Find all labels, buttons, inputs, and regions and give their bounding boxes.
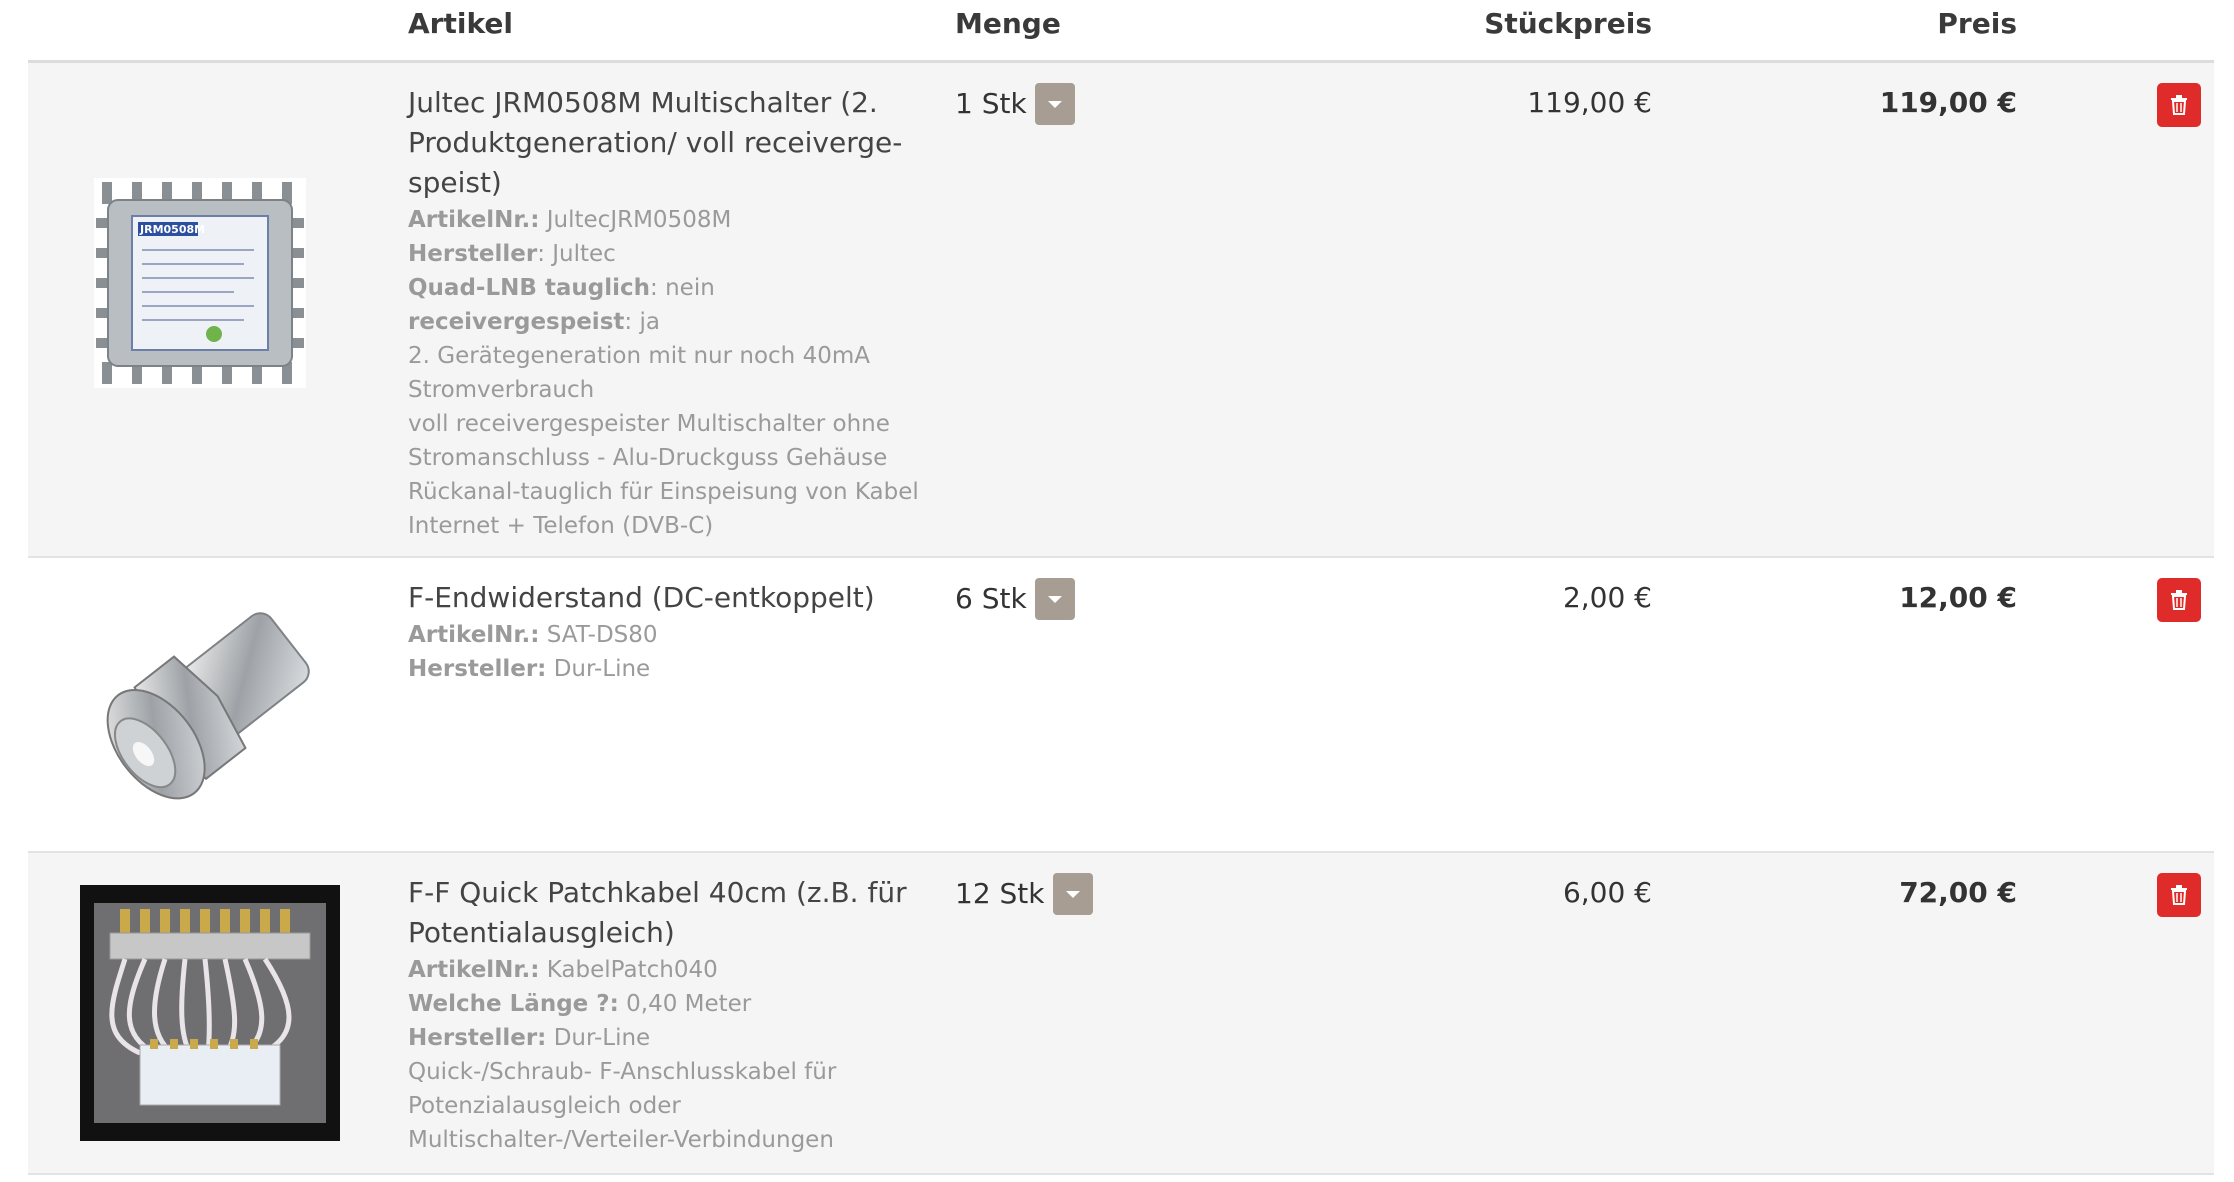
- quantity-select[interactable]: 12 Stk: [955, 873, 1093, 915]
- unit-price: 2,00 €: [1562, 581, 1652, 614]
- attr-hersteller: Hersteller: Jultec: [408, 241, 616, 267]
- line-total: 12,00 €: [1899, 581, 2017, 614]
- description-line: Rückanal-tauglich für Einspeisung von Ka…: [408, 479, 919, 505]
- column-header-menge: Menge: [955, 7, 1061, 40]
- product-name-line[interactable]: F-F Quick Patchkabel 40cm (z.B. für: [408, 876, 907, 909]
- quantity-value: 6 Stk: [955, 582, 1027, 615]
- chevron-down-icon[interactable]: [1052, 873, 1093, 915]
- cart-row: F-Endwiderstand (DC-entkoppelt) ArtikelN…: [28, 558, 2214, 853]
- line-total: 72,00 €: [1899, 876, 2017, 909]
- quantity-value: 12 Stk: [955, 877, 1045, 910]
- description-line: Internet + Telefon (DVB-C): [408, 513, 714, 539]
- product-name-line[interactable]: Produktgeneration/ voll receiverge-: [408, 126, 902, 159]
- delete-button[interactable]: [2157, 578, 2201, 622]
- chevron-down-icon[interactable]: [1034, 578, 1075, 620]
- attr-artikelnr: ArtikelNr.: JultecJRM0508M: [408, 207, 732, 233]
- attr-quad-lnb: Quad-LNB tauglich: nein: [408, 275, 715, 301]
- f-connector-image[interactable]: [83, 586, 328, 830]
- column-header-stueckpreis: Stückpreis: [1484, 7, 1652, 40]
- attr-artikelnr: ArtikelNr.: SAT-DS80: [408, 622, 658, 648]
- cart-table: Artikel Menge Stückpreis Preis JRM0508M: [28, 0, 2214, 1175]
- product-info: Jultec JRM0508M Multischalter (2. Produk…: [408, 83, 928, 543]
- product-description: 2. Gerätegeneration mit nur noch 40mA St…: [408, 339, 928, 543]
- product-name-line[interactable]: Jultec JRM0508M Multischalter (2.: [408, 86, 878, 119]
- description-line: Stromverbrauch: [408, 377, 595, 403]
- column-header-preis: Preis: [1937, 7, 2017, 40]
- cart-row: F-F Quick Patchkabel 40cm (z.B. für Pote…: [28, 853, 2214, 1175]
- description-line: Stromanschluss - Alu-Druckguss Gehäuse: [408, 445, 888, 471]
- attr-hersteller: Hersteller: Dur-Line: [408, 1025, 651, 1051]
- trash-icon: [2171, 590, 2187, 610]
- column-header-artikel: Artikel: [408, 7, 513, 40]
- quantity-value: 1 Stk: [955, 87, 1027, 120]
- product-info: F-F Quick Patchkabel 40cm (z.B. für Pote…: [408, 873, 928, 1157]
- description-line: 2. Gerätegeneration mit nur noch 40mA: [408, 343, 870, 369]
- description-line: voll receivergespeister Multischalter oh…: [408, 411, 890, 437]
- description-line: Quick-/Schraub- F-Anschlusskabel für: [408, 1059, 837, 1085]
- quantity-select[interactable]: 1 Stk: [955, 83, 1075, 125]
- description-line: Multischalter-/Verteiler-Verbindungen: [408, 1127, 834, 1153]
- patch-cable-image[interactable]: [80, 885, 340, 1145]
- product-name-line[interactable]: Potentialausgleich): [408, 916, 675, 949]
- product-name-line[interactable]: speist): [408, 166, 502, 199]
- product-name-line[interactable]: F-Endwiderstand (DC-entkoppelt): [408, 581, 875, 614]
- delete-button[interactable]: [2157, 83, 2201, 127]
- cart-row: JRM0508M Jultec JRM0508M Multischalter (…: [28, 63, 2214, 558]
- product-name[interactable]: Jultec JRM0508M Multischalter (2. Produk…: [408, 83, 928, 203]
- unit-price: 6,00 €: [1562, 876, 1652, 909]
- trash-icon: [2171, 885, 2187, 905]
- attr-artikelnr: ArtikelNr.: KabelPatch040: [408, 957, 718, 983]
- unit-price: 119,00 €: [1527, 86, 1652, 119]
- multiswitch-model-label: JRM0508M: [139, 223, 205, 236]
- product-info: F-Endwiderstand (DC-entkoppelt) ArtikelN…: [408, 578, 928, 686]
- attr-laenge: Welche Länge ?: 0,40 Meter: [408, 991, 752, 1017]
- description-line: Potenzialausgleich oder: [408, 1093, 681, 1119]
- cart-header: Artikel Menge Stückpreis Preis: [28, 0, 2214, 63]
- line-total: 119,00 €: [1879, 86, 2017, 119]
- product-description: Quick-/Schraub- F-Anschlusskabel für Pot…: [408, 1055, 928, 1157]
- attr-receivergespeist: receivergespeist: ja: [408, 309, 660, 335]
- attr-hersteller: Hersteller: Dur-Line: [408, 656, 651, 682]
- trash-icon: [2171, 95, 2187, 115]
- product-name[interactable]: F-Endwiderstand (DC-entkoppelt): [408, 578, 928, 618]
- delete-button[interactable]: [2157, 873, 2201, 917]
- product-name[interactable]: F-F Quick Patchkabel 40cm (z.B. für Pote…: [408, 873, 928, 953]
- quantity-select[interactable]: 6 Stk: [955, 578, 1075, 620]
- multiswitch-image[interactable]: JRM0508M: [94, 178, 306, 392]
- chevron-down-icon[interactable]: [1034, 83, 1075, 125]
